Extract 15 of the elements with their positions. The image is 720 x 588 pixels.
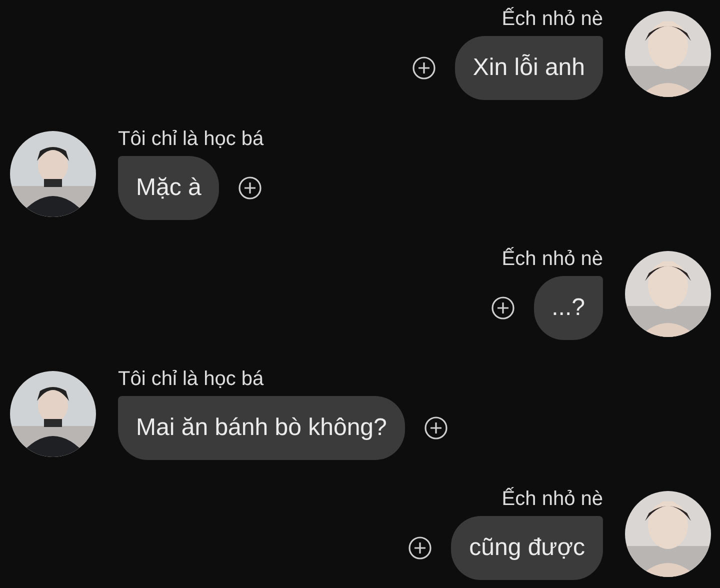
add-reaction-icon[interactable] [490,296,515,320]
add-reaction-icon[interactable] [408,536,432,560]
message-bubble: Mặc à [118,156,220,220]
message-bubble: ...? [534,276,603,340]
sender-name: Tôi chỉ là học bá [118,367,264,392]
message-bubble: Mai ăn bánh bò không? [118,396,405,460]
add-reaction-icon[interactable] [412,56,436,80]
message-bubble: Xin lỗi anh [454,36,603,100]
sender-name: Tôi chỉ là học bá [118,127,264,152]
add-reaction-icon[interactable] [238,176,262,200]
sender-name: Ếch nhỏ nè [502,487,603,512]
add-reaction-icon[interactable] [424,416,448,440]
sender-name: Ếch nhỏ nè [502,7,603,32]
message-bubble: cũng được [451,516,603,580]
sender-name: Ếch nhỏ nè [502,247,603,272]
